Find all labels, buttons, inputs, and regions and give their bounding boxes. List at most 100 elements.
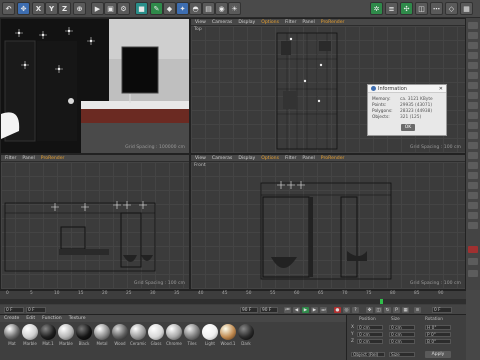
size-mode-select[interactable]: Size [389,352,415,358]
point-mode-icon[interactable]: ⋯ [430,2,443,15]
tool-icon[interactable] [468,92,478,99]
material-swatch[interactable] [94,324,110,340]
material-swatch[interactable] [166,324,182,340]
record-icon[interactable] [468,246,478,253]
camera-icon[interactable]: ◉ [215,2,228,15]
close-icon[interactable]: ✕ [439,86,443,92]
material-swatch[interactable] [184,324,200,340]
coord-system-icon[interactable]: ⊕ [73,2,86,15]
tool-icon[interactable] [468,212,478,219]
undo-icon[interactable]: ↶ [2,2,15,15]
viewport-front[interactable]: View Cameras Display Options Filter Pane… [190,154,466,290]
render-view-icon[interactable]: ▶ [91,2,104,15]
position-z-field[interactable]: 0 cm [357,339,383,345]
polygon-mode-icon[interactable]: ◇ [445,2,458,15]
tool-icon[interactable] [468,192,478,199]
tool-icon[interactable] [468,102,478,109]
material-swatch[interactable] [202,324,218,340]
move-key-icon[interactable]: ✥ [366,307,373,313]
next-key-icon[interactable]: ▶ [311,307,318,313]
size-y-field[interactable]: 0 cm [389,332,415,338]
tool-icon[interactable] [468,82,478,89]
end-frame-field[interactable]: 90 F [240,307,258,313]
material-swatch[interactable] [130,324,146,340]
size-x-field[interactable]: 0 cm [389,325,415,331]
tool-icon[interactable] [468,22,478,29]
material-swatch[interactable] [220,324,236,340]
tool-icon[interactable] [468,152,478,159]
light-icon[interactable]: ☀ [228,2,241,15]
tool-icon[interactable] [468,172,478,179]
pen-icon[interactable]: ✎ [150,2,163,15]
param-key-icon[interactable]: P [393,307,400,313]
rotation-h-field[interactable]: H 0° [425,325,451,331]
axis-x-button[interactable]: X [32,2,45,15]
material-swatch[interactable] [4,324,20,340]
viewport-right[interactable]: Filter Panel ProRender Grid Spacing : 10… [0,154,190,290]
axis-y-button[interactable]: Y [45,2,58,15]
move-tool-icon[interactable]: ✥ [17,2,30,15]
subdivision-icon[interactable]: ◆ [163,2,176,15]
ok-button[interactable]: OK [401,124,415,131]
playhead[interactable] [380,299,383,304]
prev-key-icon[interactable]: ◀ [293,307,300,313]
tool-icon[interactable] [468,162,478,169]
tool-icon[interactable] [468,132,478,139]
render-settings-icon[interactable]: ⚙ [117,2,130,15]
menu-create[interactable]: Create [4,316,19,321]
play-icon[interactable]: ▶ [302,307,309,313]
render-picture-icon[interactable]: ▣ [104,2,117,15]
scene-icon[interactable]: ▤ [202,2,215,15]
material-swatch[interactable] [238,324,254,340]
key-selection-icon[interactable]: ? [352,307,359,313]
max-frame-field[interactable]: 90 F [260,307,278,313]
material-swatch[interactable] [22,324,38,340]
tool-icon[interactable] [468,42,478,49]
go-to-start-icon[interactable]: ⏮ [284,307,291,313]
material-swatch[interactable] [58,324,74,340]
apply-button[interactable]: Apply [425,351,451,358]
tool-icon[interactable] [468,52,478,59]
start-frame-field[interactable]: 0 F [4,307,24,313]
pla-key-icon[interactable]: ▦ [402,307,409,313]
size-z-field[interactable]: 0 cm [389,339,415,345]
tool-icon[interactable] [468,62,478,69]
cube-icon[interactable]: ■ [135,2,148,15]
go-to-end-icon[interactable]: ⏭ [320,307,327,313]
tool-icon[interactable] [468,142,478,149]
rotation-b-field[interactable]: B 0° [425,339,451,345]
edit-mode-icon[interactable]: ◫ [415,2,428,15]
tool-icon[interactable] [468,32,478,39]
texture-mode-icon[interactable]: ▦ [460,2,473,15]
menu-edit[interactable]: Edit [26,316,35,321]
workplane-icon[interactable]: ≡ [385,2,398,15]
deformer-icon[interactable]: ◓ [189,2,202,15]
timeline-menu-icon[interactable]: ≡ [414,307,421,313]
autokey-icon[interactable]: ◎ [343,307,350,313]
tool-icon[interactable] [468,258,478,265]
position-x-field[interactable]: 0 cm [357,325,383,331]
tool-icon[interactable] [468,122,478,129]
tool-icon[interactable] [468,112,478,119]
viewport-perspective[interactable]: Grid Spacing : 100000 cm [0,18,190,154]
menu-texture[interactable]: Texture [69,316,86,321]
material-swatch[interactable] [148,324,164,340]
menu-function[interactable]: Function [42,316,62,321]
array-icon[interactable]: ✦ [176,2,189,15]
tool-icon[interactable] [468,222,478,229]
tool-icon[interactable] [468,202,478,209]
tool-icon[interactable] [468,72,478,79]
material-swatch[interactable] [76,324,92,340]
coord-mode-select[interactable]: Object (Rel) [351,352,385,358]
material-swatch[interactable] [40,324,56,340]
timeline-scrubber[interactable] [0,299,466,304]
axis-mode-icon[interactable]: ✣ [400,2,413,15]
current-frame-field[interactable]: 0 F [26,307,46,313]
record-key-icon[interactable]: ● [334,307,341,313]
scale-key-icon[interactable]: ◫ [375,307,382,313]
tool-icon[interactable] [468,270,478,277]
material-swatch[interactable] [112,324,128,340]
position-y-field[interactable]: 0 cm [357,332,383,338]
snap-icon[interactable]: ✲ [370,2,383,15]
axis-z-button[interactable]: Z [58,2,71,15]
